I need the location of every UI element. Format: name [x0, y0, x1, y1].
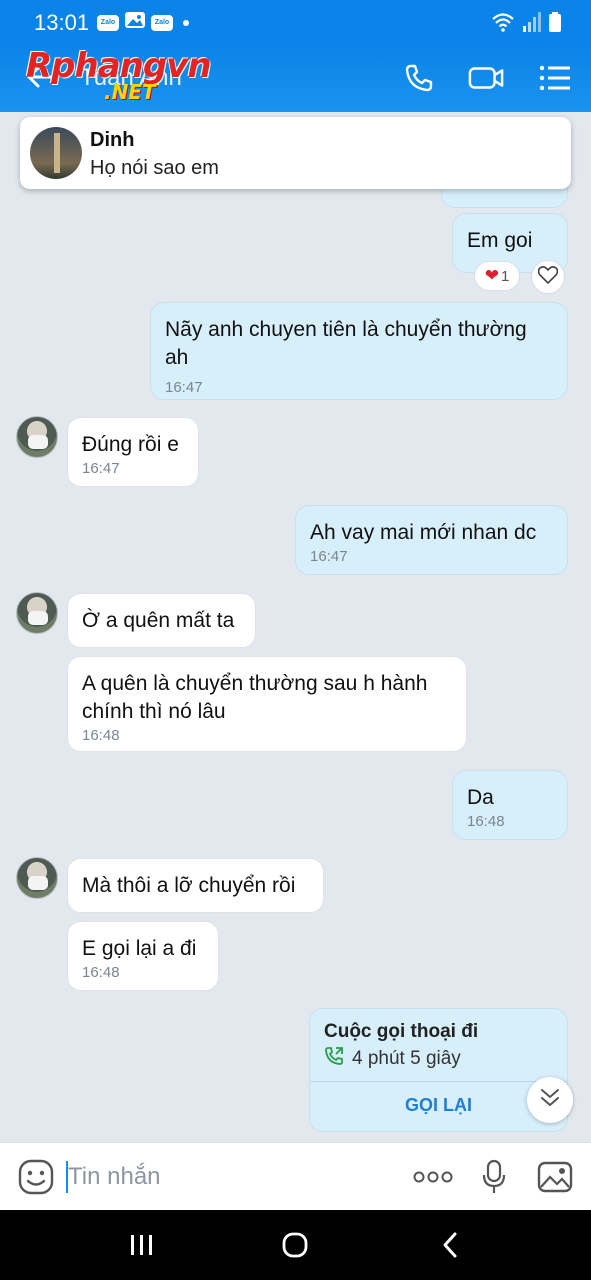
- incoming-notification-banner[interactable]: Dinh Họ nói sao em: [20, 117, 571, 189]
- call-duration-text: 4 phút 5 giây: [352, 1048, 461, 1069]
- gallery-notification-icon: [125, 12, 145, 33]
- message-text: Ờ a quên mất ta: [82, 609, 235, 632]
- battery-icon: [549, 12, 561, 37]
- notification-icons: Zalo Zalo: [97, 12, 189, 33]
- message-time: 16:47: [165, 379, 203, 396]
- notification-sender: Dinh: [90, 129, 135, 151]
- more-options-icon[interactable]: [413, 1157, 453, 1197]
- system-icons: [491, 12, 561, 37]
- message-bubble[interactable]: Ờ a quên mất ta: [67, 593, 256, 648]
- signal-icon: [523, 12, 541, 37]
- message-time: 16:47: [310, 548, 348, 565]
- message-time: 16:48: [467, 813, 505, 830]
- message-time: 16:47: [82, 460, 120, 477]
- double-chevron-down-icon: [538, 1087, 562, 1114]
- image-gallery-icon[interactable]: [535, 1157, 575, 1197]
- chat-header: Tuan Anh Rphangvn .NET: [0, 44, 591, 112]
- call-log-card[interactable]: Cuộc gọi thoại đi 4 phút 5 giây GỌI LẠI: [309, 1008, 568, 1132]
- call-title: Cuộc gọi thoại đi: [324, 1021, 479, 1042]
- message-text: A quên là chuyển thường sau h hành chính…: [82, 672, 428, 723]
- message-bubble[interactable]: Đúng rồi e 16:47: [67, 417, 199, 487]
- system-navigation-bar: [0, 1210, 591, 1280]
- message-bubble[interactable]: A quên là chuyển thường sau h hành chính…: [67, 656, 467, 752]
- message-text: Đúng rồi e: [82, 433, 179, 456]
- message-text: Da: [467, 786, 494, 809]
- notification-message: Họ nói sao em: [90, 157, 219, 179]
- video-call-icon[interactable]: [468, 60, 504, 96]
- message-bubble[interactable]: E gọi lại a đi 16:48: [67, 921, 219, 991]
- sender-avatar[interactable]: [16, 857, 58, 899]
- message-input[interactable]: Tin nhắn: [68, 1163, 161, 1191]
- sender-avatar[interactable]: [16, 416, 58, 458]
- menu-list-icon[interactable]: [537, 60, 573, 96]
- message-time: 16:48: [82, 964, 120, 981]
- reaction-count: 1: [500, 267, 510, 285]
- watermark-main: Rphangvn: [26, 46, 212, 86]
- more-notifications-dot-icon: [183, 19, 189, 26]
- message-text: Nãy anh chuyen tiên là chuyển thường ah: [165, 318, 527, 369]
- sender-avatar[interactable]: [16, 592, 58, 634]
- message-input-bar: Tin nhắn: [0, 1142, 591, 1210]
- wifi-icon: [491, 12, 515, 37]
- message-text: E gọi lại a đi: [82, 937, 197, 960]
- notification-avatar: [30, 127, 82, 179]
- home-icon[interactable]: [275, 1228, 315, 1262]
- back-nav-icon[interactable]: [430, 1228, 470, 1262]
- microphone-icon[interactable]: [474, 1157, 514, 1197]
- message-text: Mà thôi a lỡ chuyển rồi: [82, 874, 296, 897]
- message-time: 16:48: [82, 727, 120, 744]
- message-bubble[interactable]: Mà thôi a lỡ chuyển rồi: [67, 858, 324, 913]
- message-text: Ah vay mai mới nhan dc: [310, 521, 537, 544]
- reaction-badge[interactable]: ❤ 1: [474, 261, 520, 291]
- add-reaction-button[interactable]: [531, 260, 565, 294]
- status-bar: 13:01 Zalo Zalo: [0, 0, 591, 44]
- status-time: 13:01: [34, 10, 90, 35]
- call-duration: 4 phút 5 giây: [324, 1046, 461, 1072]
- heart-outline-icon: [537, 266, 559, 288]
- outgoing-call-icon: [324, 1046, 344, 1072]
- watermark-logo: Rphangvn .NET: [26, 46, 212, 104]
- heart-reaction-icon: ❤: [484, 266, 499, 285]
- zalo-notification-icon: Zalo: [97, 14, 119, 31]
- watermark-sub: .NET: [104, 80, 156, 104]
- zalo-notification-icon-2: Zalo: [151, 14, 173, 31]
- call-card-divider: [310, 1081, 567, 1082]
- voice-call-icon[interactable]: [401, 60, 437, 96]
- sticker-emoji-icon[interactable]: [16, 1157, 56, 1197]
- message-bubble[interactable]: Nãy anh chuyen tiên là chuyển thường ah …: [150, 302, 568, 400]
- message-bubble[interactable]: Ah vay mai mới nhan dc 16:47: [295, 505, 568, 575]
- scroll-to-bottom-button[interactable]: [527, 1077, 573, 1123]
- recent-apps-icon[interactable]: [122, 1228, 162, 1262]
- message-text: Em goi: [467, 229, 533, 252]
- message-bubble[interactable]: Da 16:48: [452, 770, 568, 840]
